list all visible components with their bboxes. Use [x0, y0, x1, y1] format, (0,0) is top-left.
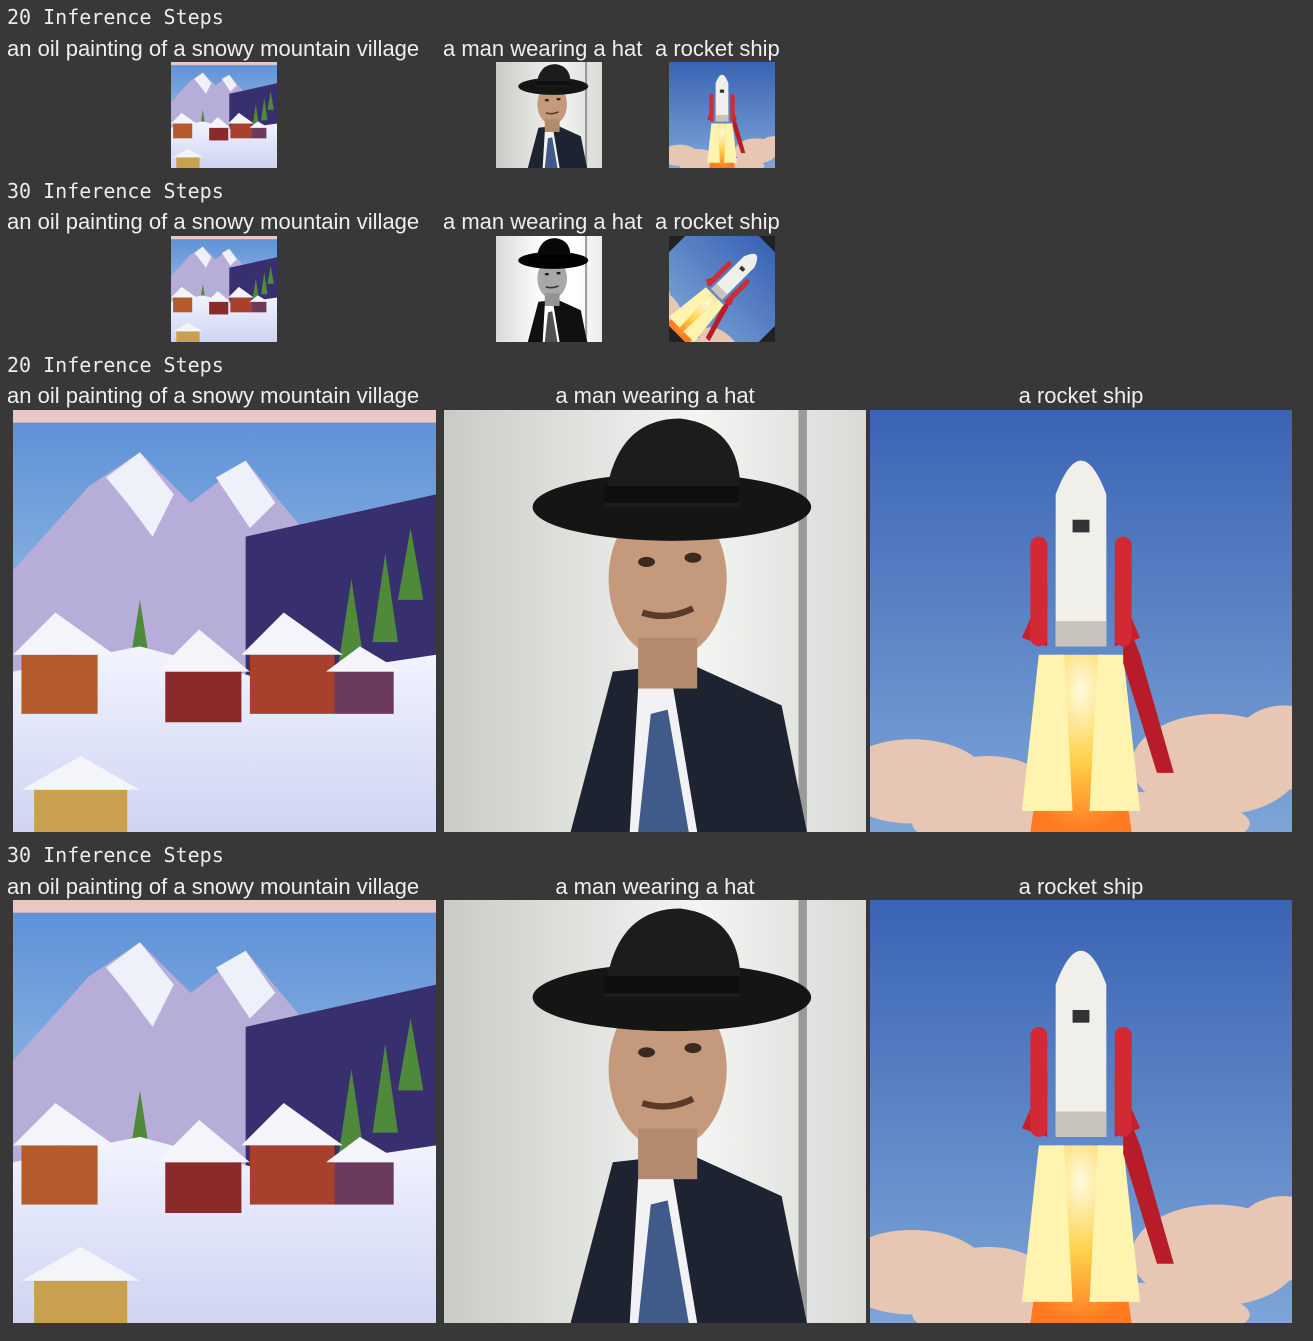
- village-thumbnail: [171, 62, 277, 168]
- section-heading: 30 Inference Steps: [7, 843, 224, 867]
- section-heading: 30 Inference Steps: [7, 179, 224, 203]
- man-thumbnail: [496, 236, 602, 342]
- caption-rocket: a rocket ship: [655, 36, 780, 61]
- caption-village: an oil painting of a snowy mountain vill…: [7, 874, 420, 899]
- caption-village: an oil painting of a snowy mountain vill…: [7, 383, 420, 408]
- village-image: [13, 900, 436, 1323]
- section-heading: 20 Inference Steps: [7, 5, 224, 29]
- village-thumbnail: [171, 236, 277, 342]
- man-image: [444, 900, 866, 1323]
- caption-man: a man wearing a hat: [555, 874, 755, 899]
- caption-rocket: a rocket ship: [655, 209, 780, 234]
- rocket-image: [870, 900, 1292, 1323]
- caption-man: a man wearing a hat: [555, 383, 755, 408]
- caption-rocket: a rocket ship: [1018, 874, 1144, 899]
- caption-village: an oil painting of a snowy mountain vill…: [7, 36, 420, 61]
- man-thumbnail: [496, 62, 602, 168]
- caption-village: an oil painting of a snowy mountain vill…: [7, 209, 420, 234]
- rocket-thumbnail: [669, 62, 775, 168]
- rocket-thumbnail: [669, 236, 775, 342]
- man-image: [444, 410, 866, 832]
- village-image: [13, 410, 436, 832]
- section-heading: 20 Inference Steps: [7, 353, 224, 377]
- rocket-image: [870, 410, 1292, 832]
- caption-man: a man wearing a hat: [443, 209, 643, 234]
- caption-man: a man wearing a hat: [443, 36, 643, 61]
- caption-rocket: a rocket ship: [1018, 383, 1144, 408]
